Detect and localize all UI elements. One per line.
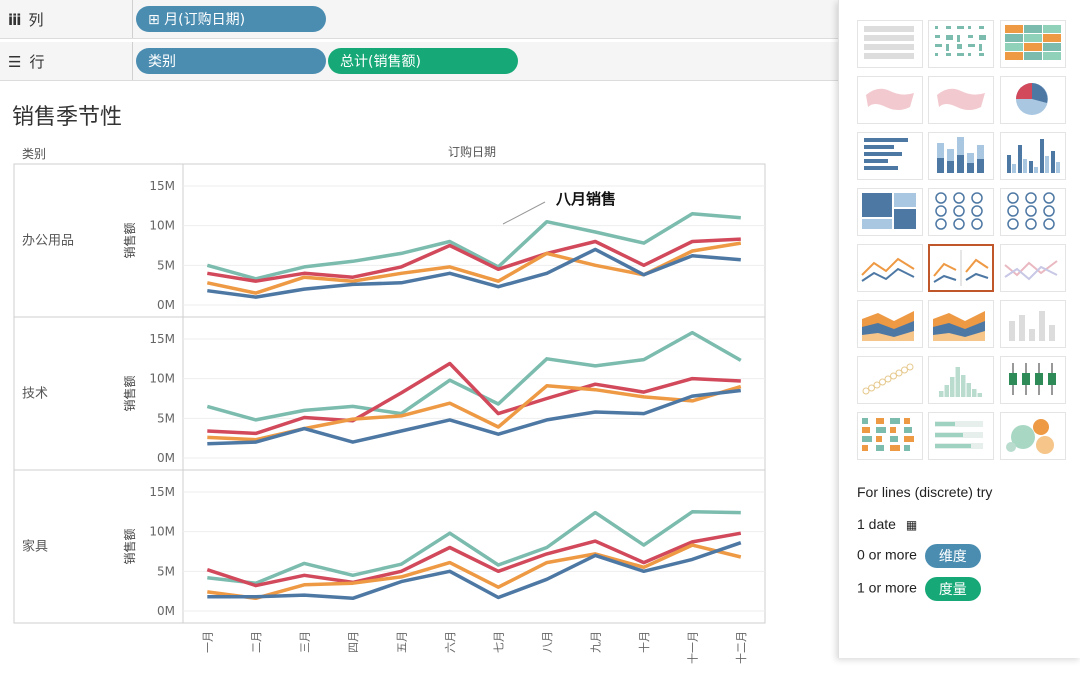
x-tick-label: 十一月 — [685, 631, 699, 664]
x-tick-label: 一月 — [201, 631, 214, 653]
area-discrete-icon[interactable] — [928, 300, 994, 348]
pie-chart-icon[interactable] — [1000, 76, 1066, 124]
annotation-text[interactable]: 八月销售 — [555, 190, 616, 208]
area-continuous-icon[interactable] — [857, 300, 923, 348]
series-line — [207, 510, 741, 585]
measure-pill: 度量 — [924, 577, 981, 601]
histogram-icon[interactable] — [928, 356, 994, 404]
dimension-pill: 维度 — [924, 544, 981, 568]
y-tick-label: 10M — [149, 219, 175, 233]
y-tick-label: 0M — [157, 298, 175, 312]
x-tick-label: 十月 — [637, 631, 651, 653]
y-tick-label: 0M — [157, 451, 175, 465]
scatter-plot-icon[interactable] — [857, 356, 923, 404]
x-tick-label: 八月 — [541, 631, 554, 653]
bullet-graph-icon[interactable] — [928, 412, 994, 460]
category-label: 办公用品 — [22, 234, 74, 249]
horizontal-bars-icon[interactable] — [857, 132, 923, 180]
treemap-icon[interactable] — [857, 188, 923, 236]
column-pill-month[interactable]: ⊞ 月(订购日期) — [136, 6, 326, 32]
hint-dimension: 0 or more 维度 — [857, 544, 981, 568]
packed-bubbles-icon[interactable] — [1000, 412, 1066, 460]
y-tick-label: 15M — [149, 179, 175, 193]
y-tick-label: 5M — [157, 411, 175, 425]
x-tick-label: 三月 — [298, 631, 311, 653]
gantt-chart-icon[interactable] — [857, 412, 923, 460]
lines-discrete-icon[interactable] — [928, 244, 994, 292]
hint-title: For lines (discrete) try — [857, 484, 993, 500]
hint-date: 1 date ▦ — [857, 516, 918, 532]
viz-title: 销售季节性 — [12, 104, 122, 129]
shelf-divider — [132, 0, 133, 38]
stacked-bars-icon[interactable] — [928, 132, 994, 180]
columns-shelf: iii 列 ⊞ 月(订购日期) — [0, 0, 838, 39]
dual-lines-icon[interactable] — [1000, 244, 1066, 292]
y-tick-label: 15M — [149, 332, 175, 346]
x-tick-label: 十二月 — [734, 631, 748, 664]
calendar-icon: ▦ — [905, 518, 918, 532]
y-axis-title: 销售额 — [122, 222, 137, 258]
side-by-side-bars-icon[interactable] — [1000, 132, 1066, 180]
symbol-map-icon[interactable] — [857, 76, 923, 124]
heat-map-icon[interactable] — [928, 20, 994, 68]
hint-measure: 1 or more 度量 — [857, 577, 981, 601]
viz-area: 销售季节性 类别 订购日期 办公用品 销售额 0M 5M 10M 15M 技术 销售额 0M 5M… — [0, 86, 838, 679]
x-tick-label: 五月 — [395, 631, 408, 653]
column-header: 订购日期 — [448, 144, 496, 159]
y-tick-label: 10M — [149, 372, 175, 386]
x-tick-label: 二月 — [250, 631, 263, 653]
rows-shelf: ☰ 行 类别 总计(销售额) — [0, 42, 838, 81]
x-tick-label: 四月 — [347, 631, 360, 653]
x-tick-label: 七月 — [492, 631, 505, 653]
category-label: 家具 — [22, 539, 48, 555]
rows-shelf-label: ☰ 行 — [8, 52, 45, 72]
side-by-side-circles-icon[interactable] — [1000, 188, 1066, 236]
columns-icon: iii — [8, 10, 21, 29]
filled-map-icon[interactable] — [928, 76, 994, 124]
y-tick-label: 5M — [157, 258, 175, 272]
y-axis-title: 销售额 — [122, 528, 137, 564]
x-tick-label: 九月 — [589, 631, 602, 653]
row-header: 类别 — [22, 147, 46, 161]
line-chart: 销售季节性 类别 订购日期 办公用品 销售额0M5M10M15M技术 销售额0M5M… — [12, 104, 766, 664]
y-tick-label: 0M — [157, 604, 175, 618]
x-tick-label: 六月 — [444, 631, 457, 653]
text-table-icon[interactable] — [857, 20, 923, 68]
lines-continuous-icon[interactable] — [857, 244, 923, 292]
y-tick-label: 15M — [149, 485, 175, 499]
columns-shelf-label: iii 列 — [8, 10, 44, 30]
y-tick-label: 10M — [149, 525, 175, 539]
highlight-table-icon[interactable] — [1000, 20, 1066, 68]
annotation-leader — [502, 201, 546, 225]
dual-combination-icon[interactable] — [1000, 300, 1066, 348]
y-axis-title: 销售额 — [122, 375, 137, 411]
category-label: 技术 — [22, 387, 48, 402]
rows-icon: ☰ — [8, 52, 22, 71]
row-pill-sales-sum[interactable]: 总计(销售额) — [328, 48, 518, 74]
box-whisker-icon[interactable] — [1000, 356, 1066, 404]
row-pill-category[interactable]: 类别 — [136, 48, 326, 74]
shelf-divider — [132, 42, 133, 80]
circle-views-icon[interactable] — [928, 188, 994, 236]
y-tick-label: 5M — [157, 564, 175, 578]
show-me-panel: For lines (discrete) try 1 date ▦ 0 or m… — [838, 0, 1080, 658]
